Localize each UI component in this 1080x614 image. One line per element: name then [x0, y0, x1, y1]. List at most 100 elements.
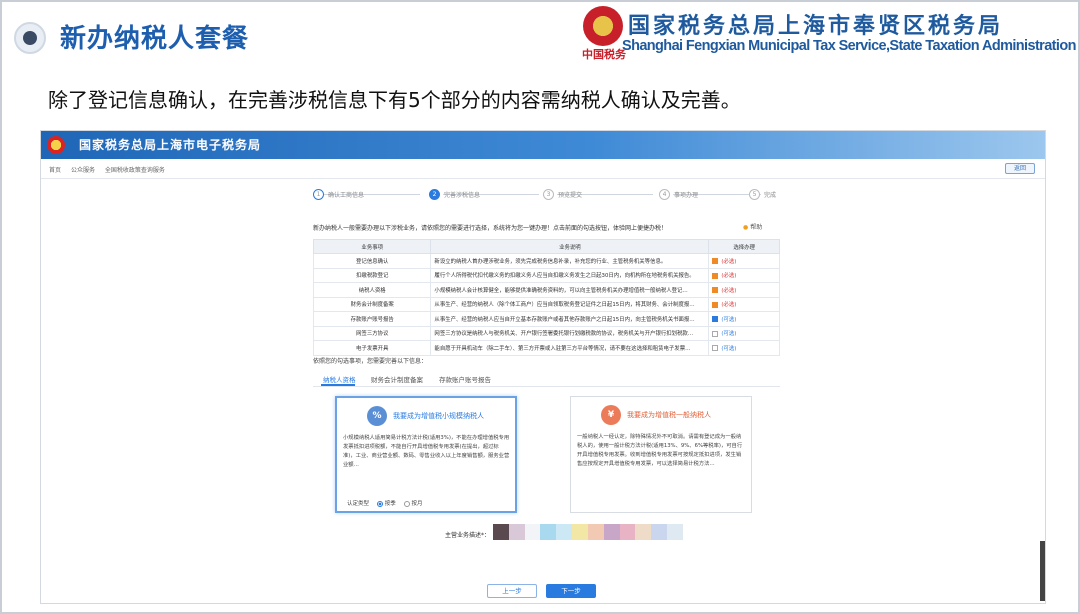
- item-name: 扣缴税款登记: [312, 267, 432, 283]
- portal-title: 国家税务总局上海市电子税务局: [79, 138, 262, 152]
- checkbox[interactable]: [712, 258, 719, 265]
- filing-type-row: 认定类型 按季 按月: [347, 499, 423, 507]
- breadcrumb-home[interactable]: 首页: [49, 167, 61, 174]
- step-number: 4: [659, 189, 670, 200]
- portal-banner: 国家税务总局上海市电子税务局: [41, 131, 1045, 159]
- item-select: (必选): [708, 296, 780, 312]
- item-name: 财务会计制度备案: [312, 296, 432, 312]
- step-number: 5: [749, 189, 760, 200]
- divider: [41, 178, 1045, 179]
- table-row: 电子发票开具 能自愿于开具机动车（除二手车）、第三方开票或入驻第三方平台等情况，…: [312, 340, 780, 356]
- breadcrumb-current: 全国税收政策查询服务: [104, 167, 165, 174]
- status-label: (必选): [721, 273, 737, 280]
- table-row: 存款账户账号报告 从事生产、经营的纳税人应当自开立基本存款账户或者其他存款账户之…: [312, 311, 780, 327]
- radio-label: 按季: [384, 501, 396, 507]
- intro-text: 新办纳税人一般需要办理以下涉税业务，请依照您的需要进行选择，系统将为您一键办理！…: [313, 225, 668, 232]
- tab-taxpayer-qualification[interactable]: 纳税人资格: [323, 374, 356, 384]
- status-label: (必选): [721, 258, 737, 265]
- status-label: (可选): [721, 316, 737, 323]
- item-select: (必选): [708, 282, 780, 298]
- breadcrumb: 首页 公众服务 全国税收政策查询服务: [49, 165, 173, 174]
- business-table: 业务事项 业务说明 选择办理 登记信息确认 新设立的纳税人首办理涉税业务，须先完…: [312, 239, 780, 356]
- org-name-cn: 国家税务总局上海市奉贤区税务局: [628, 14, 1004, 39]
- table-row: 登记信息确认 新设立的纳税人首办理涉税业务，须先完成税务信息补录，补充您的行业、…: [312, 253, 780, 269]
- item-name: 电子发票开具: [312, 340, 432, 356]
- status-label: (可选): [721, 345, 737, 352]
- emblem-text: 中国税务: [582, 48, 626, 61]
- card-body: 一般纳税人一经认定，除特殊情况外不可取消。请需有登记成为一般纳税人的，使用一般计…: [577, 434, 743, 467]
- item-desc: 从事生产、经营的纳税人（除个体工商户）应当自领取税务登记证件之日起15日内，将其…: [430, 296, 710, 312]
- item-desc: 履行个人所得税代扣代缴义务的扣缴义务人应当自扣缴义务发生之日起30日内，向机构所…: [430, 267, 710, 283]
- table-header: 业务说明: [430, 239, 710, 254]
- status-label: (可选): [721, 331, 737, 338]
- item-name: 存款账户账号报告: [312, 311, 432, 327]
- radio-monthly[interactable]: [403, 500, 410, 507]
- tax-emblem-icon: [583, 6, 623, 46]
- item-select: (可选): [708, 311, 780, 327]
- table-row: 纳税人资格 小规模纳税人会计核算健全，能够提供准确税务资料的，可以向主管税务机关…: [312, 282, 780, 298]
- item-select: (必选): [708, 267, 780, 283]
- item-select: (必选): [708, 253, 780, 269]
- radio-quarterly[interactable]: [376, 500, 383, 507]
- portal-screenshot: 国家税务总局上海市电子税务局 首页 公众服务 全国税收政策查询服务 返回 1 确…: [40, 130, 1046, 604]
- bullet-icon: [14, 22, 46, 54]
- item-select: (可选): [708, 325, 780, 341]
- checkbox[interactable]: [712, 345, 719, 352]
- tab-accounting-filing[interactable]: 财务会计制度备案: [371, 374, 423, 384]
- portal-logo-icon: [47, 136, 65, 154]
- step-label: 完成: [764, 192, 777, 199]
- scrollbar[interactable]: [1040, 541, 1045, 601]
- breadcrumb-public-service[interactable]: 公众服务: [71, 167, 95, 174]
- checkbox[interactable]: [712, 330, 719, 337]
- slide-title: 新办纳税人套餐: [60, 24, 250, 54]
- card-body: 小规模纳税人适用简易计税方法计税(适用3%)，不能在办理增值税专用发票抵扣进项税…: [343, 435, 510, 468]
- table-row: 网签三方协议 网签三方协议是纳税人与税务机关、开户银行签署委托银行划缴税款的协议…: [312, 325, 780, 341]
- step-1: 1 确认工商信息: [313, 189, 364, 200]
- step-5: 5 完成: [749, 189, 776, 200]
- step-number: 1: [313, 189, 324, 200]
- step-number: 2: [429, 189, 440, 200]
- status-label: (必选): [721, 287, 737, 294]
- item-desc: 新设立的纳税人首办理涉税业务，须先完成税务信息补录，补充您的行业、主管税务机关等…: [430, 253, 710, 269]
- filing-type-label: 认定类型: [347, 501, 370, 507]
- checkbox[interactable]: [712, 272, 719, 279]
- main-business-label: 主营业务描述*：: [445, 532, 491, 539]
- prev-button[interactable]: 上一步: [487, 584, 537, 598]
- item-name: 网签三方协议: [312, 325, 432, 341]
- checkbox[interactable]: [712, 301, 719, 308]
- org-name-en: Shanghai Fengxian Municipal Tax Service,…: [622, 38, 1076, 54]
- item-desc: 能自愿于开具机动车（除二手车）、第三方开票或入驻第三方平台等情况，请不要在这选择…: [430, 340, 710, 356]
- item-desc: 小规模纳税人会计核算健全，能够提供准确税务资料的，可以向主管税务机关办理增值税一…: [430, 282, 710, 298]
- tab-divider: [313, 386, 780, 387]
- step-label: 事项办理: [674, 192, 699, 199]
- table-row: 扣缴税款登记 履行个人所得税代扣代缴义务的扣缴义务人应当自扣缴义务发生之日起30…: [312, 267, 780, 283]
- item-select: (可选): [708, 340, 780, 356]
- step-label: 确认工商信息: [328, 192, 365, 199]
- help-link[interactable]: 帮助: [743, 222, 762, 231]
- small-scale-taxpayer-card[interactable]: % 我要成为增值税小规模纳税人 小规模纳税人适用简易计税方法计税(适用3%)，不…: [335, 396, 517, 513]
- hint-text: 依照您的勾选事项，您需要完善以下信息：: [313, 358, 428, 365]
- step-3: 3 预览提交: [543, 189, 582, 200]
- card-title: 我要成为增值税小规模纳税人: [393, 412, 484, 420]
- next-button[interactable]: 下一步: [546, 584, 596, 598]
- small-scale-taxpayer-icon: %: [367, 406, 387, 426]
- back-button[interactable]: 返回: [1005, 163, 1035, 174]
- tab-bank-account-report[interactable]: 存款账户账号报告: [439, 374, 491, 384]
- step-label: 完善涉税信息: [444, 192, 481, 199]
- main-business-input-redacted[interactable]: [493, 524, 683, 540]
- item-name: 登记信息确认: [312, 253, 432, 269]
- item-name: 纳税人资格: [312, 282, 432, 298]
- general-taxpayer-card[interactable]: ¥ 我要成为增值税一般纳税人 一般纳税人一经认定，除特殊情况外不可取消。请需有登…: [570, 396, 752, 513]
- step-label: 预览提交: [558, 192, 583, 199]
- slide-description: 除了登记信息确认，在完善涉税信息下有5个部分的内容需纳税人确认及完善。: [48, 88, 741, 112]
- table-row: 财务会计制度备案 从事生产、经营的纳税人（除个体工商户）应当自领取税务登记证件之…: [312, 296, 780, 312]
- step-number: 3: [543, 189, 554, 200]
- card-title: 我要成为增值税一般纳税人: [627, 411, 711, 419]
- step-4: 4 事项办理: [659, 189, 698, 200]
- checkbox[interactable]: [712, 287, 719, 294]
- step-2: 2 完善涉税信息: [429, 189, 480, 200]
- checkbox[interactable]: [712, 316, 719, 323]
- item-desc: 网签三方协议是纳税人与税务机关、开户银行签署委托银行划缴税款的协议，税务机关与开…: [430, 325, 710, 341]
- table-header: 业务事项: [312, 239, 432, 254]
- general-taxpayer-icon: ¥: [601, 405, 621, 425]
